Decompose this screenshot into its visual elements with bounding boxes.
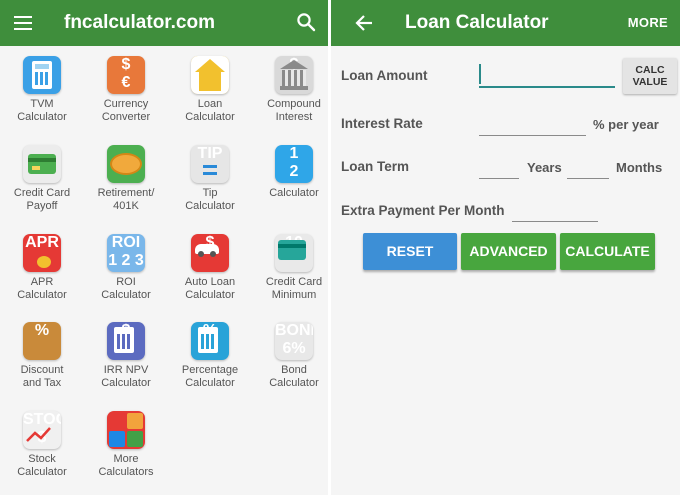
tile-label: APR Calculator [17, 276, 67, 301]
extra-payment-input[interactable] [512, 221, 598, 222]
loan-term-years-input[interactable] [479, 178, 519, 179]
years-unit: Years [527, 160, 562, 175]
tile-loan-house[interactable]: $ % LoanCalculator [168, 56, 252, 124]
loan-calculator-panel: Loan Calculator MORE Loan Amount CALC VAL… [331, 0, 680, 495]
tile-irr-npv[interactable]: $ IRR NPVCalculator [84, 322, 168, 390]
search-icon[interactable] [296, 12, 316, 32]
apr-icon: APR [23, 234, 61, 272]
stock-chart-icon: STOCK$ [23, 411, 61, 449]
calculator-keys-icon: 1234 [275, 145, 313, 183]
tile-label: Loan Calculator [185, 98, 235, 123]
loan-term-label: Loan Term [341, 159, 410, 174]
tip-icon: TIP [191, 145, 229, 183]
percentage-calculator-icon: % [191, 322, 229, 360]
tile-label: Stock Calculator [17, 453, 67, 478]
tile-currency-converter[interactable]: $€£€ CurrencyConverter [84, 56, 168, 124]
tile-auto-loan-car[interactable]: $ Auto Loan Calculator [168, 234, 252, 302]
home-app-bar: fncalculator.com [0, 0, 328, 46]
tile-percentage-calculator[interactable]: % PercentageCalculator [168, 322, 252, 390]
tile-roi[interactable]: ROI 1 2 3 ROI Calculator [84, 234, 168, 302]
tile-label: ROI Calculator [101, 276, 151, 301]
tile-label: Tip Calculator [185, 187, 235, 212]
tile-label: Currency Converter [101, 98, 151, 123]
discount-tag-icon: % [23, 322, 61, 360]
advanced-button[interactable]: ADVANCED [461, 233, 556, 270]
tile-label: Bond Calculator [269, 364, 319, 389]
tile-bond[interactable]: BOND6% BondCalculator [252, 322, 336, 390]
tile-credit-card[interactable]: Credit Card Payoff [0, 145, 84, 213]
months-unit: Months [616, 160, 663, 175]
interest-rate-label: Interest Rate [341, 116, 423, 131]
loan-app-bar: Loan Calculator MORE [331, 0, 680, 46]
auto-loan-car-icon: $ [191, 234, 229, 272]
tile-tvm-calculator[interactable]: TVM Calculator [0, 56, 84, 124]
tile-discount-tag[interactable]: % Discount and Tax [0, 322, 84, 390]
tile-apr[interactable]: APR APR Calculator [0, 234, 84, 302]
retirement-coin-icon [107, 145, 145, 183]
loan-amount-label: Loan Amount [341, 68, 428, 83]
page-title: Loan Calculator [405, 12, 549, 33]
tile-calculator-keys[interactable]: 1234 Calculator [252, 145, 336, 200]
loan-amount-input[interactable] [479, 60, 615, 88]
tile-label: More Calculators [98, 453, 154, 478]
roi-icon: ROI 1 2 3 [107, 234, 145, 272]
tile-label: Discount and Tax [20, 364, 64, 389]
app-title: fncalculator.com [64, 12, 215, 33]
irr-npv-icon: $ [107, 322, 145, 360]
currency-converter-icon: $€£€ [107, 56, 145, 94]
tile-label: IRR NPV Calculator [101, 364, 151, 389]
interest-rate-input[interactable] [479, 135, 586, 136]
tile-label: Auto Loan Calculator [184, 276, 236, 301]
interest-rate-unit: % per year [593, 117, 659, 132]
tile-credit-card-minimum[interactable]: 10 Credit CardMinimum [252, 234, 336, 302]
tile-label: Credit Card Payoff [13, 187, 71, 212]
tile-label: Percentage Calculator [181, 364, 239, 389]
hamburger-menu-icon[interactable] [14, 16, 32, 30]
extra-payment-label: Extra Payment Per Month [341, 203, 505, 218]
compound-interest-bank-icon: $ [275, 56, 313, 94]
home-panel: fncalculator.com TVMCalculator $€£€ Curren… [0, 0, 328, 495]
tile-retirement-coin[interactable]: Retirement/401K [84, 145, 168, 213]
tile-label: Retirement/401K [97, 187, 155, 212]
back-arrow-icon[interactable] [353, 12, 375, 34]
tile-compound-interest-bank[interactable]: $ Compound Interest [252, 56, 336, 124]
bond-icon: BOND6% [275, 322, 313, 360]
tile-label: Compound Interest [267, 98, 321, 123]
calc-value-button[interactable]: CALC VALUE [623, 58, 677, 94]
more-menu-button[interactable]: MORE [628, 15, 668, 30]
loan-term-months-input[interactable] [567, 178, 609, 179]
more-calculators-icon [107, 411, 145, 449]
tile-label: Credit Card Minimum [265, 276, 323, 301]
loan-house-icon: $ % [191, 56, 229, 94]
tile-label: Calculator [269, 187, 319, 199]
calculate-button[interactable]: CALCULATE [560, 233, 655, 270]
tile-stock-chart[interactable]: STOCK$ StockCalculator [0, 411, 84, 479]
reset-button[interactable]: RESET [363, 233, 457, 270]
tvm-calculator-icon [23, 56, 61, 94]
tile-tip[interactable]: TIP Tip Calculator [168, 145, 252, 213]
credit-card-icon [23, 145, 61, 183]
tile-label: TVM Calculator [17, 98, 67, 123]
tile-more-calculators[interactable]: More Calculators [84, 411, 168, 479]
credit-card-minimum-icon: 10 [275, 234, 313, 272]
